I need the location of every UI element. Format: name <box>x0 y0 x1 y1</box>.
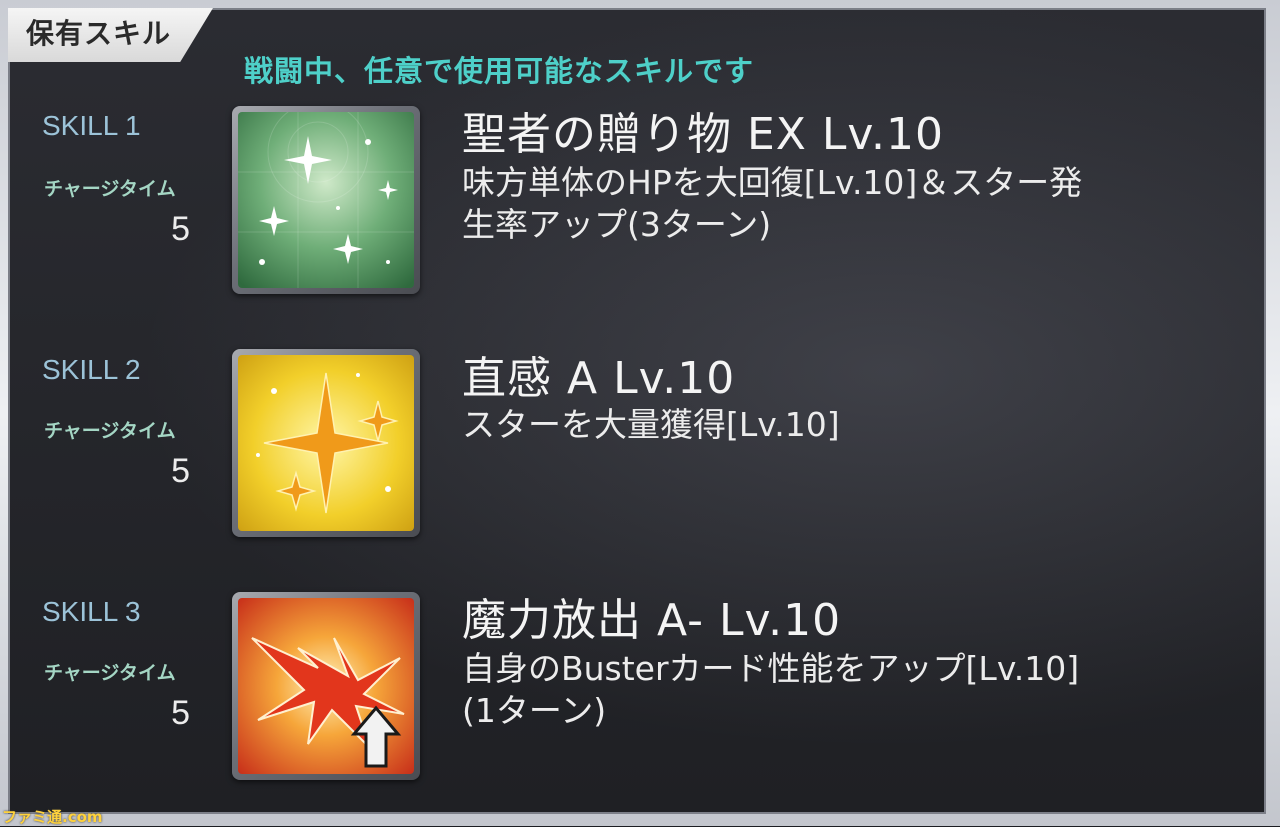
watermark-logo: ファミ通.com <box>2 808 103 826</box>
skill-1-charge-label: チャージタイム <box>44 178 176 200</box>
skill-2-desc-line1: スターを大量獲得[Lv.10] <box>462 405 840 444</box>
panel-subtitle: 戦闘中、任意で使用可能なスキルです <box>244 54 755 88</box>
skill-3-desc-line1: 自身のBusterカード性能をアップ[Lv.10] <box>462 649 1080 688</box>
skill-3-charge-label: チャージタイム <box>44 662 176 684</box>
skill-3-slot-label: SKILL 3 <box>42 596 141 627</box>
skill-1-name: 聖者の贈り物 EX Lv.10 <box>462 109 945 160</box>
skill-3-description: 自身のBusterカード性能をアップ[Lv.10] (1ターン) <box>462 648 1252 732</box>
skill-3-icon-button[interactable] <box>232 592 420 780</box>
skill-1-charge-value: 5 <box>171 210 190 248</box>
skill-1-desc-line2: 生率アップ(3ターン) <box>462 205 772 244</box>
star-gain-icon <box>238 355 414 531</box>
skill-3-desc-line2: (1ターン) <box>462 691 607 730</box>
skill-3-charge-value: 5 <box>171 694 190 732</box>
sparkle-heal-icon <box>238 112 414 288</box>
skill-2-slot-label: SKILL 2 <box>42 354 141 385</box>
skill-2-charge-label: チャージタイム <box>44 420 176 442</box>
skill-2-name: 直感 A Lv.10 <box>462 353 736 404</box>
buster-up-icon <box>238 598 414 774</box>
skill-2-description: スターを大量獲得[Lv.10] <box>462 404 1252 446</box>
skill-1-slot-label: SKILL 1 <box>42 110 141 141</box>
panel-title: 保有スキル <box>26 17 172 50</box>
skill-1-icon-button[interactable] <box>232 106 420 294</box>
skill-1-desc-line1: 味方単体のHPを大回復[Lv.10]＆スター発 <box>462 163 1083 202</box>
skill-1-description: 味方単体のHPを大回復[Lv.10]＆スター発 生率アップ(3ターン) <box>462 162 1252 246</box>
skill-3-name: 魔力放出 A- Lv.10 <box>462 595 842 646</box>
skill-2-icon-button[interactable] <box>232 349 420 537</box>
skill-2-charge-value: 5 <box>171 452 190 490</box>
